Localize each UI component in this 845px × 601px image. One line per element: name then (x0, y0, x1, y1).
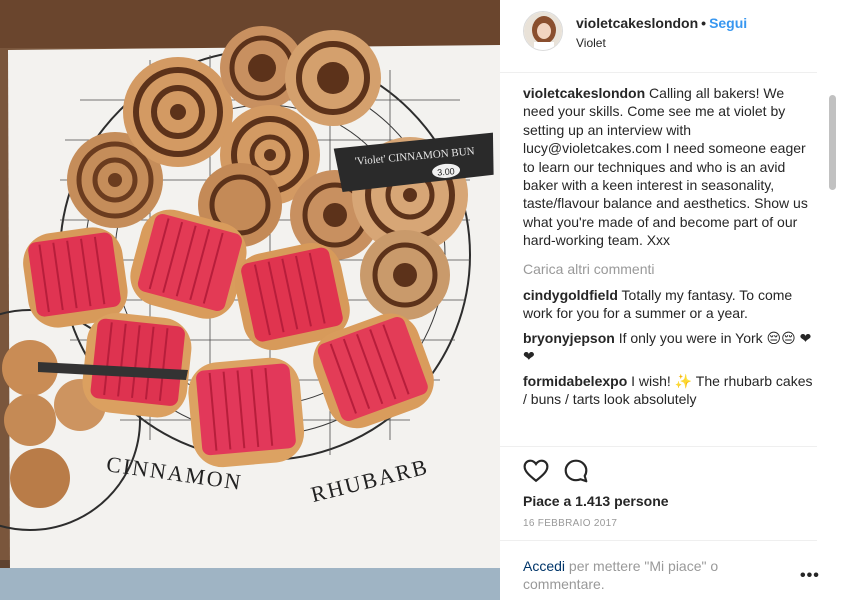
heart-outline-icon[interactable] (523, 458, 549, 484)
pastries-image: 'Violet' CINNAMON BUN 3.00 CINNAMON RHUB… (0, 0, 500, 600)
comment-item: formidabelexpo I wish! ✨ The rhubarb cak… (523, 372, 813, 409)
comment-username[interactable]: formidabelexpo (523, 373, 627, 389)
comment-item: cindygoldfield Totally my fantasy. To co… (523, 286, 813, 323)
caption-username[interactable]: violetcakeslondon (523, 85, 645, 101)
load-more-comments[interactable]: Carica altri commenti (523, 260, 813, 278)
comment-username[interactable]: cindygoldfield (523, 287, 618, 303)
header-username[interactable]: violetcakeslondon (576, 15, 698, 31)
login-link[interactable]: Accedi (523, 558, 565, 574)
login-text: Accedi per mettere "Mi piace" o commenta… (523, 557, 763, 593)
comments-scrollbar[interactable] (829, 95, 836, 190)
header-user-line: violetcakeslondon • Segui (576, 15, 747, 31)
caption: violetcakeslondon Calling all bakers! We… (523, 84, 813, 250)
caption-text: Calling all bakers! We need your skills.… (523, 85, 808, 249)
post-photo: 'Violet' CINNAMON BUN 3.00 CINNAMON RHUB… (0, 0, 500, 600)
location-label[interactable]: Violet (576, 36, 606, 50)
post-header: violetcakeslondon • Segui Violet (500, 0, 817, 73)
comment-item: bryonyjepson If only you were in York 😔😔… (523, 329, 813, 366)
likes-count[interactable]: Piace a 1.413 persone (523, 493, 669, 509)
post-sidebar: violetcakeslondon • Segui Violet violetcak… (500, 0, 845, 600)
login-prompt: Accedi per mettere "Mi piace" o commenta… (500, 540, 820, 601)
comments-list[interactable]: violetcakeslondon Calling all bakers! We… (523, 84, 813, 444)
avatar[interactable] (523, 11, 563, 51)
separator-dot: • (701, 15, 707, 31)
post-date[interactable]: 16 FEBBRAIO 2017 (523, 518, 617, 529)
comment-username[interactable]: bryonyjepson (523, 330, 615, 346)
price-label: 3.00 (437, 166, 455, 177)
follow-button[interactable]: Segui (709, 15, 747, 31)
more-options-icon[interactable]: ••• (800, 567, 820, 585)
speech-bubble-icon[interactable] (563, 458, 589, 484)
